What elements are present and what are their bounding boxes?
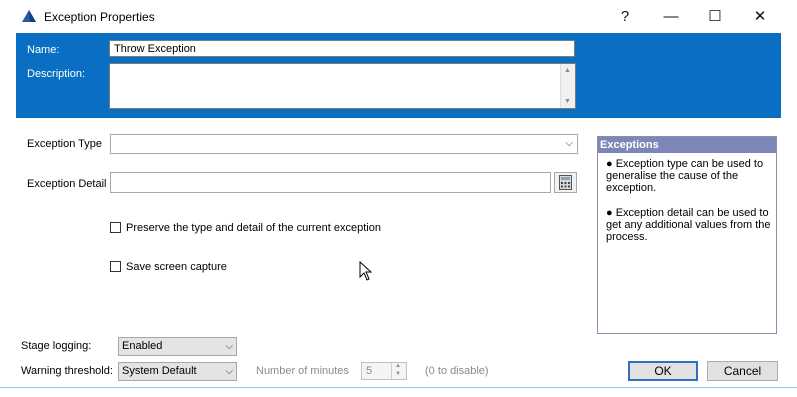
help-button[interactable]: ? [611,4,639,28]
description-input[interactable]: ▲ ▼ [109,63,576,109]
scroll-down-icon[interactable]: ▼ [564,98,571,105]
description-scrollbar[interactable]: ▲ ▼ [560,64,575,108]
cancel-button[interactable]: Cancel [707,361,778,381]
disable-hint: (0 to disable) [425,365,489,377]
window-title: Exception Properties [44,10,155,24]
stage-logging-value: Enabled [122,340,163,352]
scroll-up-icon[interactable]: ▲ [564,67,571,74]
minimize-button[interactable]: — [657,4,685,28]
stage-logging-select[interactable]: Enabled ⌵ [118,337,237,356]
warning-threshold-label: Warning threshold: [21,365,113,377]
preserve-checkbox[interactable] [110,222,121,233]
exceptions-help-bullet: ● Exception detail can be used to get an… [606,207,771,243]
warning-threshold-select[interactable]: System Default ⌵ [118,362,237,381]
exception-detail-label: Exception Detail [27,178,107,190]
minutes-stepper[interactable]: 5 ▲ ▼ [361,362,407,380]
screen-capture-checkbox-label[interactable]: Save screen capture [126,261,227,273]
minutes-spin-buttons[interactable]: ▲ ▼ [391,363,404,379]
help-icon: ? [620,7,630,25]
maximize-button[interactable]: ☐ [701,4,729,28]
exceptions-panel-title: Exceptions [598,137,776,153]
chevron-down-icon[interactable]: ⌵ [225,363,233,380]
spin-down-icon[interactable]: ▼ [395,371,401,377]
exception-detail-input[interactable] [110,172,551,193]
name-input[interactable] [109,40,575,57]
blue-prism-icon [22,10,36,22]
minimize-icon: — [663,7,679,25]
exception-type-combo[interactable]: ⌵ [110,134,578,154]
expression-editor-button[interactable] [554,172,577,193]
screen-capture-checkbox[interactable] [110,261,121,272]
maximize-icon: ☐ [708,8,722,25]
mouse-cursor-icon [359,261,372,281]
preserve-checkbox-label[interactable]: Preserve the type and detail of the curr… [126,222,381,234]
name-label: Name: [27,44,60,56]
ok-button[interactable]: OK [628,361,698,381]
window-bottom-border [0,387,797,388]
exceptions-help-bullet: ● Exception type can be used to generali… [606,158,764,194]
spin-up-icon[interactable]: ▲ [395,363,401,369]
chevron-down-icon[interactable]: ⌵ [565,138,573,149]
close-button[interactable]: ✕ [746,4,774,28]
description-label: Description: [27,68,86,80]
chevron-down-icon[interactable]: ⌵ [225,338,233,355]
minutes-value: 5 [366,365,373,377]
close-icon: ✕ [753,8,767,25]
stage-logging-label: Stage logging: [21,340,92,352]
calculator-icon [559,175,572,190]
exceptions-help-panel: Exceptions ● Exception type can be used … [597,136,777,334]
minutes-label: Number of minutes [256,365,349,377]
warning-threshold-value: System Default [122,365,197,377]
exception-type-label: Exception Type [27,138,103,150]
